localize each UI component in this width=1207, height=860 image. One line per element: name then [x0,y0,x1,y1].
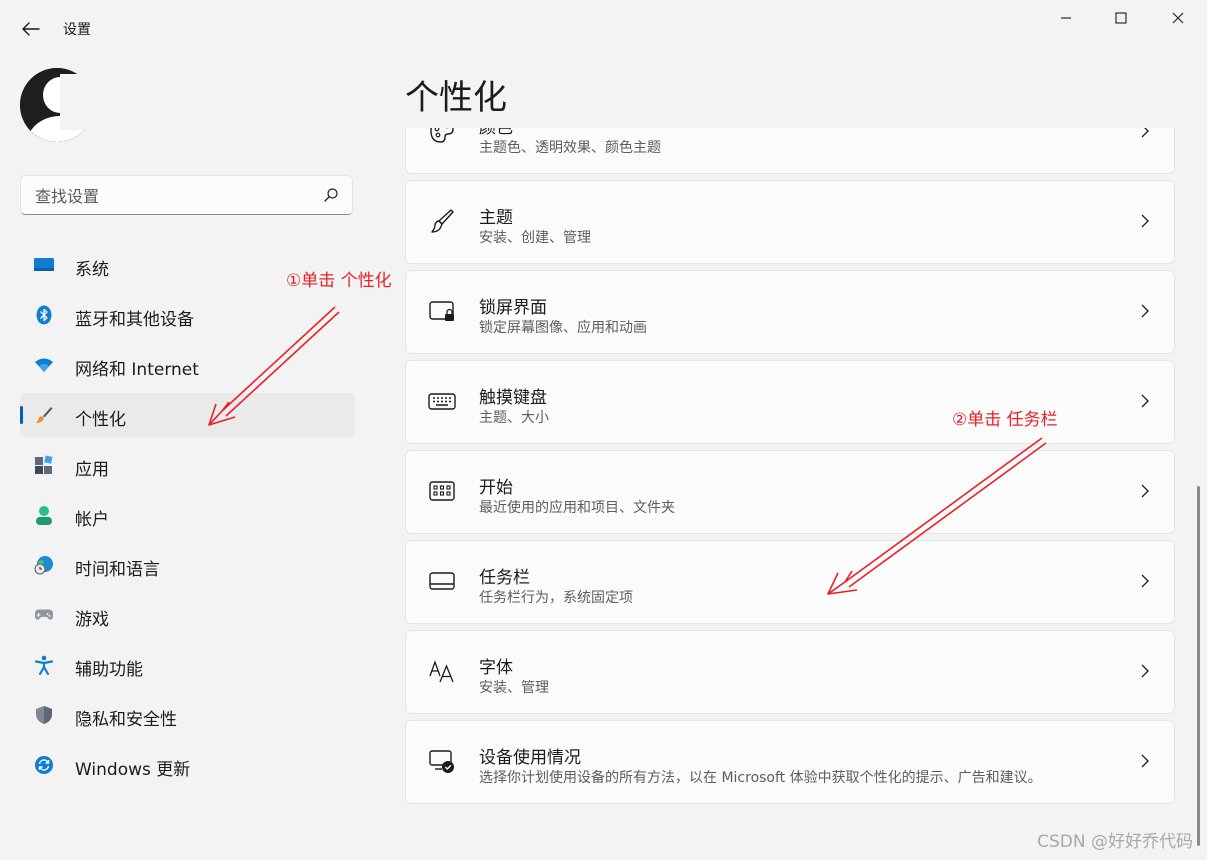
person-icon [34,505,54,525]
sidebar-item-label: 个性化 [75,410,126,430]
sidebar-item-bluetooth[interactable]: 蓝牙和其他设备 [20,293,355,337]
apps-icon [34,455,54,475]
card-subtitle: 最近使用的应用和项目、文件夹 [479,500,675,516]
globe-clock-icon [34,555,54,575]
accessibility-icon [34,655,54,675]
card-subtitle: 锁定屏幕图像、应用和动画 [479,320,647,336]
sidebar-item-label: 隐私和安全性 [75,710,177,730]
card-subtitle: 主题色、透明效果、颜色主题 [479,140,661,156]
chevron-right-icon [1141,214,1149,228]
taskbar-icon [428,567,456,595]
settings-list: 颜色 主题色、透明效果、颜色主题 主题 安装、创建、管理 锁屏界面 锁定屏幕图像… [405,128,1176,860]
scrollbar[interactable] [1197,486,1200,846]
sidebar-item-gaming[interactable]: 游戏 [20,593,355,637]
card-fonts[interactable]: 字体 安装、管理 [405,630,1175,714]
app-title: 设置 [63,22,91,38]
card-themes[interactable]: 主题 安装、创建、管理 [405,180,1175,264]
sidebar-item-label: Windows 更新 [75,760,191,780]
bluetooth-icon [34,305,54,325]
chevron-right-icon [1141,574,1149,588]
annotation-step-2: ②单击 任务栏 [952,410,1058,430]
close-icon [1172,12,1184,24]
card-subtitle: 选择你计划使用设备的所有方法，以在 Microsoft 体验中获取个性化的提示、… [479,770,1042,786]
card-lock-screen[interactable]: 锁屏界面 锁定屏幕图像、应用和动画 [405,270,1175,354]
sidebar-item-label: 系统 [75,260,109,280]
sidebar-item-network[interactable]: 网络和 Internet [20,343,355,387]
sidebar-item-time-language[interactable]: 时间和语言 [20,543,355,587]
search-icon[interactable] [323,187,339,203]
chevron-right-icon [1141,304,1149,318]
brush-icon [428,207,456,235]
selection-indicator [20,406,23,424]
sidebar-nav: 系统 蓝牙和其他设备 网络和 Internet 个性化 应用 帐户 时间和语言 … [20,243,355,793]
minimize-icon [1061,17,1071,19]
maximize-icon [1115,12,1127,24]
card-touch-keyboard[interactable]: 触摸键盘 主题、大小 [405,360,1175,444]
card-title: 锁屏界面 [479,298,547,318]
sidebar-item-apps[interactable]: 应用 [20,443,355,487]
font-icon [428,657,456,685]
search-input[interactable] [33,176,317,216]
sidebar-item-label: 帐户 [75,510,109,530]
sidebar-item-label: 蓝牙和其他设备 [75,310,194,330]
card-title: 设备使用情况 [479,748,581,768]
shield-icon [34,705,54,725]
chevron-right-icon [1141,394,1149,408]
start-icon [428,477,456,505]
sidebar-item-label: 辅助功能 [75,660,143,680]
wifi-icon [34,355,54,375]
keyboard-icon [428,387,456,415]
maximize-button[interactable] [1098,4,1144,32]
minimize-button[interactable] [1043,4,1089,32]
sidebar-item-label: 网络和 Internet [75,360,199,380]
page-title: 个性化 [405,78,507,118]
update-icon [34,755,54,775]
gamepad-icon [34,605,54,625]
sidebar-item-label: 应用 [75,460,109,480]
profile-name-redacted [60,74,230,130]
card-title: 触摸键盘 [479,388,547,408]
card-subtitle: 安装、管理 [479,680,549,696]
card-title: 字体 [479,658,513,678]
monitor-icon [34,255,54,275]
card-title: 开始 [479,478,513,498]
sidebar-item-privacy[interactable]: 隐私和安全性 [20,693,355,737]
back-button[interactable] [18,16,44,42]
card-colors[interactable]: 颜色 主题色、透明效果、颜色主题 [405,128,1175,174]
sidebar-item-label: 游戏 [75,610,109,630]
brush-icon [34,405,54,425]
sidebar-item-label: 时间和语言 [75,560,160,580]
sidebar-item-accounts[interactable]: 帐户 [20,493,355,537]
annotation-step-1: ①单击 个性化 [286,271,392,291]
chevron-right-icon [1141,484,1149,498]
card-device-usage[interactable]: 设备使用情况 选择你计划使用设备的所有方法，以在 Microsoft 体验中获取… [405,720,1175,804]
card-subtitle: 任务栏行为，系统固定项 [479,590,633,606]
lock-screen-icon [428,297,456,325]
title-bar: 设置 [0,0,1207,56]
card-taskbar[interactable]: 任务栏 任务栏行为，系统固定项 [405,540,1175,624]
arrow-left-icon [22,22,40,36]
card-subtitle: 安装、创建、管理 [479,230,591,246]
watermark: CSDN @好好乔代码 [1037,832,1193,852]
settings-window: 设置 系统 [0,0,1207,860]
card-start[interactable]: 开始 最近使用的应用和项目、文件夹 [405,450,1175,534]
chevron-right-icon [1141,128,1149,138]
sidebar-item-windows-update[interactable]: Windows 更新 [20,743,355,787]
card-subtitle: 主题、大小 [479,410,549,426]
chevron-right-icon [1141,664,1149,678]
card-title: 任务栏 [479,568,530,588]
palette-icon [428,128,456,145]
chevron-right-icon [1141,754,1149,768]
search-box[interactable] [20,175,353,216]
sidebar-item-personalization[interactable]: 个性化 [20,393,355,437]
device-usage-icon [428,747,456,775]
close-button[interactable] [1155,4,1201,32]
card-title: 主题 [479,208,513,228]
sidebar-item-accessibility[interactable]: 辅助功能 [20,643,355,687]
